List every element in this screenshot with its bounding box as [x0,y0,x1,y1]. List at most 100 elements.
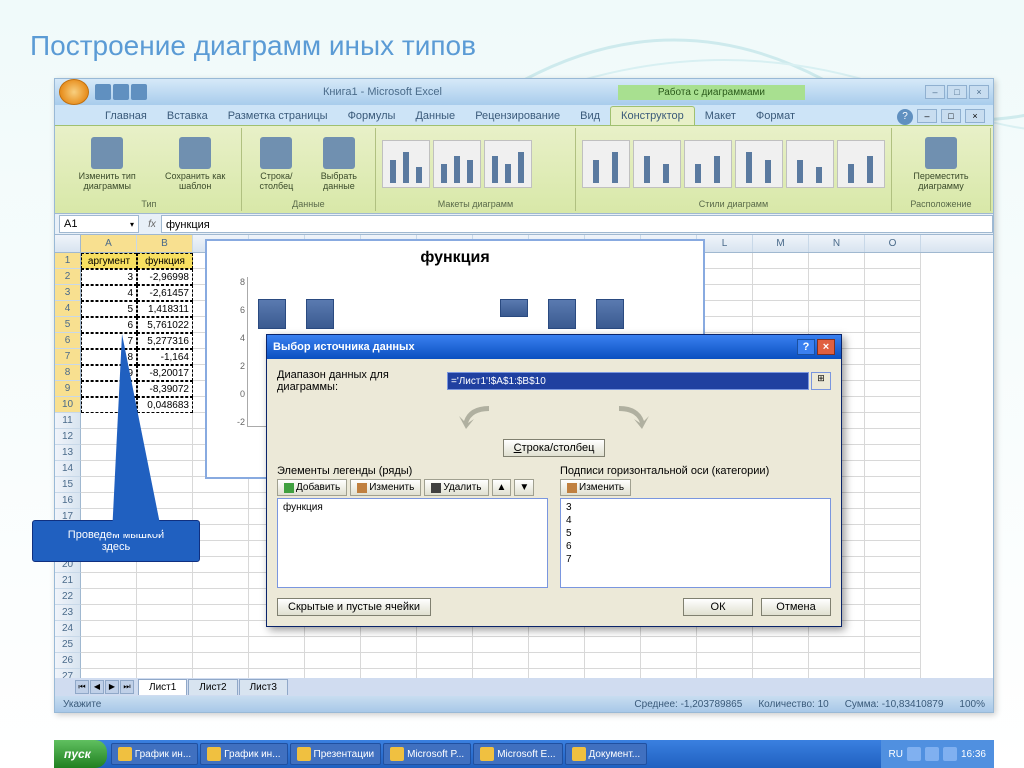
list-item[interactable]: 5 [563,527,828,540]
list-item[interactable]: 3 [563,501,828,514]
cell[interactable] [697,301,753,317]
save-template-button[interactable]: Сохранить как шаблон [155,135,234,193]
cell[interactable] [193,573,249,589]
style-4[interactable] [735,140,783,188]
cell[interactable] [865,557,921,573]
layout-2[interactable] [433,140,481,188]
tab-format[interactable]: Формат [746,107,805,125]
list-item[interactable]: функция [280,501,545,514]
data-range-input[interactable]: ='Лист1'!$A$1:$B$10 [447,372,809,390]
ribbon-minimize-button[interactable]: – [917,109,937,123]
dialog-close-button[interactable]: × [817,339,835,355]
sheet-nav-last[interactable]: ⏭ [120,680,134,694]
cell[interactable] [361,637,417,653]
range-picker-button[interactable]: ⊞ [811,372,831,390]
cell[interactable] [865,589,921,605]
row-header[interactable]: 5 [55,317,81,333]
cell[interactable] [529,637,585,653]
cell[interactable] [865,365,921,381]
row-header[interactable]: 1 [55,253,81,269]
cell[interactable] [865,301,921,317]
cell[interactable] [753,285,809,301]
categories-list[interactable]: 34567 [560,498,831,588]
system-tray[interactable]: RU 16:36 [881,740,994,768]
row-header[interactable]: 16 [55,493,81,509]
cell[interactable] [193,509,249,525]
cell[interactable]: функция [137,253,193,269]
hidden-cells-button[interactable]: Скрытые и пустые ячейки [277,598,431,616]
sheet-nav-first[interactable]: ⏮ [75,680,89,694]
cell[interactable] [697,253,753,269]
cell[interactable] [193,525,249,541]
row-header[interactable]: 26 [55,653,81,669]
style-3[interactable] [684,140,732,188]
edit-series-button[interactable]: Изменить [350,479,421,496]
cell[interactable] [865,349,921,365]
cell[interactable] [249,637,305,653]
cell[interactable] [697,285,753,301]
status-zoom[interactable]: 100% [959,699,985,710]
cell[interactable]: -2,61457 [137,285,193,301]
cell[interactable] [81,605,137,621]
swap-row-col-button[interactable]: Строка/столбец [503,439,606,457]
cell[interactable] [865,541,921,557]
list-item[interactable]: 6 [563,540,828,553]
clock[interactable]: 16:36 [961,749,986,760]
cell[interactable] [865,429,921,445]
cell[interactable] [865,269,921,285]
row-header[interactable]: 10 [55,397,81,413]
tray-icon[interactable] [925,747,939,761]
cell[interactable] [809,653,865,669]
move-down-button[interactable]: ▼ [514,479,534,496]
cell[interactable]: 4 [81,285,137,301]
sheet-tab-3[interactable]: Лист3 [239,679,288,695]
save-icon[interactable] [95,84,111,100]
cell[interactable]: 3 [81,269,137,285]
cell[interactable] [753,637,809,653]
cell[interactable] [697,637,753,653]
cell[interactable] [193,621,249,637]
cell[interactable] [753,317,809,333]
tab-layout[interactable]: Макет [695,107,746,125]
cell[interactable] [753,269,809,285]
row-header[interactable]: 9 [55,381,81,397]
select-data-button[interactable]: Выбрать данные [309,135,369,193]
list-item[interactable]: 4 [563,514,828,527]
row-header[interactable]: 4 [55,301,81,317]
cell[interactable] [865,333,921,349]
dialog-help-button[interactable]: ? [797,339,815,355]
cell[interactable]: 1,418311 [137,301,193,317]
cell[interactable] [137,637,193,653]
style-5[interactable] [786,140,834,188]
cell[interactable] [865,461,921,477]
cell[interactable] [193,605,249,621]
cell[interactable] [193,637,249,653]
row-header[interactable]: 2 [55,269,81,285]
cell[interactable] [809,269,865,285]
sheet-nav-prev[interactable]: ◀ [90,680,104,694]
row-header[interactable]: 24 [55,621,81,637]
chart-styles-gallery[interactable] [582,130,885,197]
cell[interactable] [809,285,865,301]
cell[interactable] [865,445,921,461]
chart-layouts-gallery[interactable] [382,130,569,197]
cell[interactable] [137,621,193,637]
cell[interactable] [809,253,865,269]
cell[interactable] [81,637,137,653]
move-chart-button[interactable]: Переместить диаграмму [898,135,984,193]
cell[interactable] [473,637,529,653]
office-button[interactable] [59,79,89,105]
fx-icon[interactable]: fx [143,219,161,230]
edit-categories-button[interactable]: Изменить [560,479,631,496]
formula-input[interactable]: функция [161,215,993,233]
series-list[interactable]: функция [277,498,548,588]
change-chart-type-button[interactable]: Изменить тип диаграммы [63,135,151,193]
cell[interactable] [529,653,585,669]
delete-series-button[interactable]: Удалить [424,479,488,496]
tab-review[interactable]: Рецензирование [465,107,570,125]
cancel-button[interactable]: Отмена [761,598,831,616]
select-all-corner[interactable] [55,235,81,252]
cell[interactable] [641,637,697,653]
row-header[interactable]: 8 [55,365,81,381]
cell[interactable] [865,381,921,397]
